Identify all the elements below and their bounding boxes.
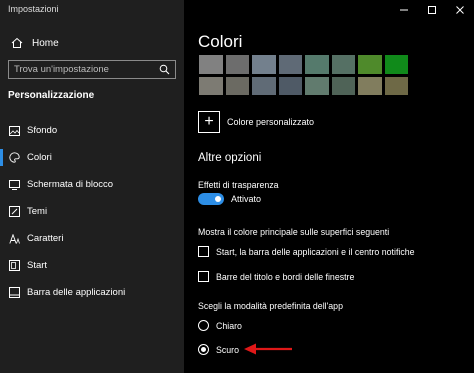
sidebar-item-label: Temi [27, 206, 48, 217]
transparency-state: Attivato [231, 194, 262, 204]
home-icon [10, 36, 24, 50]
other-options-heading: Altre opzioni [198, 152, 262, 164]
section-title: Personalizzazione [8, 90, 95, 101]
checkbox-row-start-taskbar: Start, la barra delle applicazioni e il … [198, 246, 415, 257]
home-button[interactable]: Home [0, 32, 184, 54]
search-icon[interactable] [157, 63, 171, 77]
color-swatch[interactable] [358, 55, 382, 74]
radio-row-chiaro: Chiaro [198, 320, 242, 331]
nav-list: Sfondo Colori Schermata di blocco Temi C… [0, 117, 184, 306]
color-swatch[interactable] [331, 76, 355, 95]
minimize-button[interactable] [390, 0, 418, 20]
radio-label: Scuro [216, 344, 239, 355]
brush-icon [8, 206, 20, 218]
sidebar-item-barra-delle-applicazioni[interactable]: Barra delle applicazioni [0, 279, 184, 306]
dark-mode-radio[interactable] [198, 344, 209, 355]
color-swatch[interactable] [331, 55, 355, 74]
sidebar-item-temi[interactable]: Temi [0, 198, 184, 225]
color-swatch[interactable] [199, 76, 223, 95]
page-title: Colori [198, 32, 243, 51]
checkbox-label: Start, la barra delle applicazioni e il … [216, 246, 415, 257]
sidebar-item-label: Sfondo [27, 125, 58, 136]
custom-color-label: Colore personalizzato [227, 117, 315, 127]
color-swatch[interactable] [278, 76, 302, 95]
sidebar-item-label: Caratteri [27, 233, 64, 244]
close-button[interactable] [446, 0, 474, 20]
search-input[interactable]: Trova un'impostazione [8, 60, 176, 79]
color-swatch[interactable] [252, 76, 276, 95]
transparency-label: Effetti di trasparenza [198, 180, 279, 190]
checkbox-label: Barre del titolo e bordi delle finestre [216, 271, 355, 282]
radio-label: Chiaro [216, 320, 242, 331]
start-icon [8, 260, 20, 272]
checkbox-row-title-bars: Barre del titolo e bordi delle finestre [198, 271, 354, 282]
start-taskbar-checkbox[interactable] [198, 246, 209, 257]
light-mode-radio[interactable] [198, 320, 209, 331]
taskbar-icon [8, 287, 20, 299]
color-swatch[interactable] [358, 76, 382, 95]
sidebar-item-colori[interactable]: Colori [0, 144, 184, 171]
color-swatch[interactable] [305, 55, 329, 74]
sidebar-item-label: Schermata di blocco [27, 179, 114, 190]
sidebar-item-label: Barra delle applicazioni [27, 287, 126, 298]
sidebar: Impostazioni Home Trova un'impostazione … [0, 0, 184, 373]
image-icon [8, 125, 20, 137]
sidebar-item-caratteri[interactable]: Caratteri [0, 225, 184, 252]
transparency-toggle-row: Attivato [198, 193, 261, 205]
sidebar-item-schermata-di-blocco[interactable]: Schermata di blocco [0, 171, 184, 198]
custom-color-button[interactable]: + Colore personalizzato [198, 111, 314, 133]
search-placeholder: Trova un'impostazione [14, 64, 109, 75]
transparency-toggle[interactable] [198, 193, 224, 205]
color-swatch[interactable] [252, 55, 276, 74]
main-panel: Colori + Colore personalizzato Altre opz… [184, 0, 474, 373]
color-swatch[interactable] [305, 76, 329, 95]
home-label: Home [32, 37, 59, 49]
palette-icon [8, 152, 20, 164]
sidebar-item-start[interactable]: Start [0, 252, 184, 279]
window-controls [390, 0, 474, 20]
app-mode-label: Scegli la modalità predefinita dell'app [198, 301, 343, 311]
plus-icon: + [198, 111, 220, 133]
annotation-arrow-icon [244, 343, 292, 355]
toggle-knob [215, 196, 221, 202]
color-swatch[interactable] [199, 55, 223, 74]
maximize-button[interactable] [418, 0, 446, 20]
color-swatch[interactable] [225, 55, 249, 74]
color-swatch[interactable] [384, 76, 408, 95]
sidebar-item-label: Start [27, 260, 48, 271]
lock-screen-icon [8, 179, 20, 191]
color-swatch[interactable] [384, 55, 408, 74]
radio-row-scuro: Scuro [198, 344, 239, 355]
color-swatch-grid [199, 55, 409, 95]
sidebar-item-sfondo[interactable]: Sfondo [0, 117, 184, 144]
font-icon [8, 233, 20, 245]
sidebar-item-label: Colori [27, 152, 52, 163]
color-swatch[interactable] [225, 76, 249, 95]
accent-surfaces-label: Mostra il colore principale sulle superf… [198, 227, 390, 237]
color-swatch[interactable] [278, 55, 302, 74]
title-bars-checkbox[interactable] [198, 271, 209, 282]
window-title: Impostazioni [8, 4, 59, 14]
